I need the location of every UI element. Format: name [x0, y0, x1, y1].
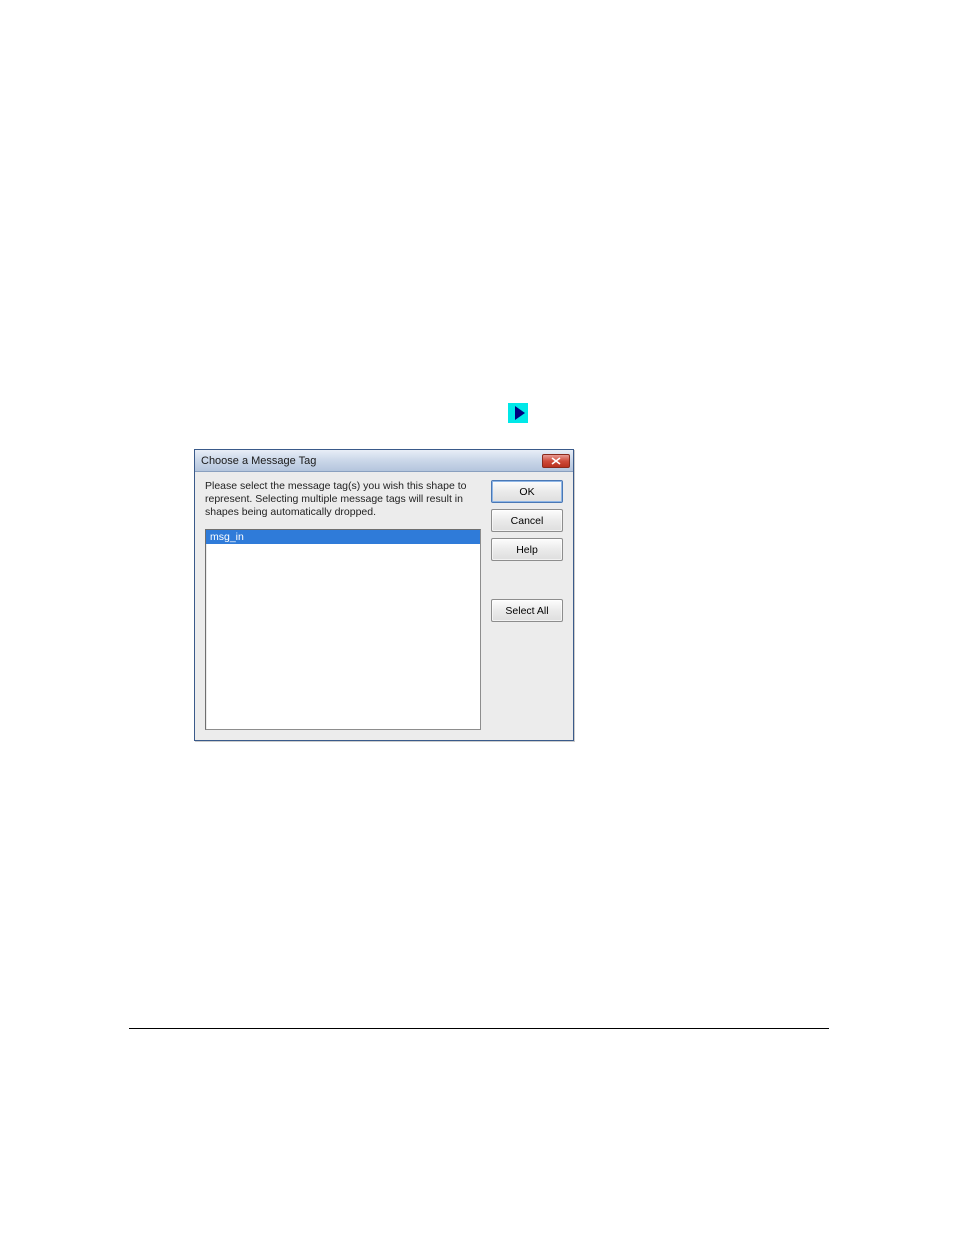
- ok-button[interactable]: OK: [491, 480, 563, 503]
- dialog-titlebar[interactable]: Choose a Message Tag: [195, 450, 573, 472]
- message-tag-listbox[interactable]: msg_in: [205, 529, 481, 730]
- dialog-left-column: Please select the message tag(s) you wis…: [205, 480, 481, 730]
- page-divider: [129, 1028, 829, 1029]
- list-item[interactable]: msg_in: [206, 530, 480, 544]
- select-all-button[interactable]: Select All: [491, 599, 563, 622]
- instruction-text: Please select the message tag(s) you wis…: [205, 480, 481, 519]
- cancel-button[interactable]: Cancel: [491, 509, 563, 532]
- dialog-body: Please select the message tag(s) you wis…: [195, 472, 573, 740]
- choose-message-tag-dialog: Choose a Message Tag Please select the m…: [194, 449, 574, 741]
- button-spacer: [491, 567, 563, 593]
- close-icon: [551, 457, 561, 465]
- play-icon: [508, 403, 528, 423]
- dialog-button-column: OK Cancel Help Select All: [491, 480, 563, 730]
- help-button[interactable]: Help: [491, 538, 563, 561]
- dialog-title: Choose a Message Tag: [201, 455, 316, 467]
- close-button[interactable]: [542, 454, 570, 468]
- play-triangle-icon: [515, 406, 525, 420]
